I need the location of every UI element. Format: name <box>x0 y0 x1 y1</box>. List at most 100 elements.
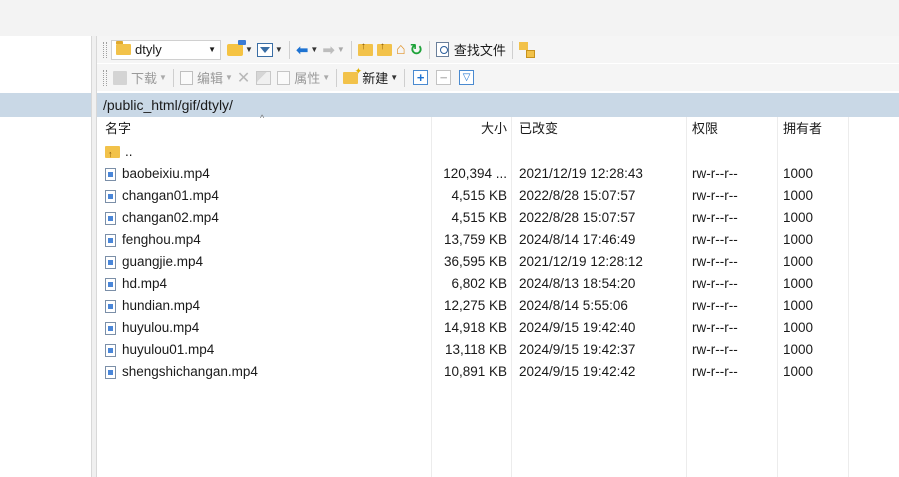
video-file-icon <box>105 189 116 203</box>
chevron-down-icon[interactable]: ▼ <box>225 73 233 82</box>
file-name: hundian.mp4 <box>122 298 201 313</box>
delete-button[interactable]: ✕ <box>235 67 252 89</box>
synchronize-icon <box>518 41 535 58</box>
file-name: changan01.mp4 <box>122 188 219 203</box>
file-name: changan02.mp4 <box>122 210 219 225</box>
filter-button[interactable]: ▼ <box>255 39 285 61</box>
toolbar-separator <box>336 68 338 87</box>
file-name-cell: huyulou01.mp4 <box>105 339 425 361</box>
open-directory-button[interactable]: ▼ <box>225 39 255 61</box>
file-name: huyulou.mp4 <box>122 320 200 335</box>
file-row[interactable]: fenghou.mp4 13,759 KB 2024/8/14 17:46:49… <box>97 229 899 251</box>
file-size: 4,515 KB <box>451 188 507 203</box>
toolbar-grip[interactable] <box>103 41 107 58</box>
file-name: guangjie.mp4 <box>122 254 204 269</box>
download-button[interactable]: 下载 ▼ <box>111 67 169 89</box>
unselect-files-button[interactable]: − <box>432 67 455 89</box>
chevron-down-icon[interactable]: ▼ <box>159 73 167 82</box>
parent-directory-button[interactable] <box>356 39 375 61</box>
video-file-icon <box>105 277 116 291</box>
file-size: 4,515 KB <box>451 210 507 225</box>
column-header-modified[interactable]: 已改变 <box>519 117 558 141</box>
file-row[interactable]: huyulou.mp4 14,918 KB 2024/9/15 19:42:40… <box>97 317 899 339</box>
select-files-button[interactable]: + <box>409 67 432 89</box>
column-header-name[interactable]: 名字 <box>105 117 131 141</box>
column-header-row: ^ 名字 大小 已改变 权限 拥有者 <box>97 113 899 141</box>
file-size: 10,891 KB <box>443 364 507 379</box>
back-button[interactable]: ⬅ ▼ <box>294 39 321 61</box>
synchronize-browsing-button[interactable] <box>517 39 537 61</box>
file-permissions: rw-r--r-- <box>692 254 738 269</box>
chevron-down-icon[interactable]: ▼ <box>310 45 318 54</box>
download-icon <box>113 70 127 85</box>
column-header-size[interactable]: 大小 <box>432 117 507 141</box>
properties-button[interactable]: 属性 ▼ <box>275 67 332 89</box>
back-arrow-icon: ⬅ <box>295 41 309 59</box>
file-row[interactable]: huyulou01.mp4 13,118 KB 2024/9/15 19:42:… <box>97 339 899 361</box>
column-header-permissions[interactable]: 权限 <box>692 117 718 141</box>
remote-path-bar: /public_html/gif/dtyly/ <box>97 93 899 117</box>
sort-ascending-icon: ^ <box>260 113 265 123</box>
find-files-icon <box>435 42 449 57</box>
directory-combo[interactable]: dtyly ▼ <box>111 39 221 60</box>
open-folder-icon <box>227 39 246 56</box>
file-row[interactable]: changan01.mp4 4,515 KB 2022/8/28 15:07:5… <box>97 185 899 207</box>
properties-label: 属性 <box>294 71 321 86</box>
file-permissions: rw-r--r-- <box>692 276 738 291</box>
new-button[interactable]: 新建 ▼ <box>341 66 400 89</box>
file-permissions: rw-r--r-- <box>692 342 738 357</box>
chevron-down-icon[interactable]: ▼ <box>204 45 220 54</box>
parent-directory-row[interactable]: .. <box>97 141 899 163</box>
parent-folder-icon <box>357 41 373 56</box>
local-pane[interactable] <box>0 36 91 477</box>
chevron-down-icon[interactable]: ▼ <box>390 73 398 82</box>
file-row[interactable]: baobeixiu.mp4 120,394 ... 2021/12/19 12:… <box>97 163 899 185</box>
file-size: 36,595 KB <box>443 254 507 269</box>
file-size: 12,275 KB <box>443 298 507 313</box>
remote-toolbar-top: dtyly ▼ ▼ ▼ ⬅ ▼ ➡ ▼ ⌂ ↻ <box>97 36 899 63</box>
refresh-button[interactable]: ↻ <box>408 39 425 61</box>
file-name-cell: changan01.mp4 <box>105 185 425 207</box>
chevron-down-icon[interactable]: ▼ <box>322 73 330 82</box>
chevron-down-icon[interactable]: ▼ <box>245 45 253 54</box>
file-row[interactable]: hundian.mp4 12,275 KB 2024/8/14 5:55:06 … <box>97 295 899 317</box>
file-name-cell: .. <box>105 141 425 163</box>
folder-icon <box>116 41 131 55</box>
home-icon: ⌂ <box>395 40 406 58</box>
find-files-button[interactable]: 查找文件 <box>434 39 508 61</box>
video-file-icon <box>105 299 116 313</box>
edit-button[interactable]: 编辑 ▼ <box>178 67 235 89</box>
chevron-down-icon[interactable]: ▼ <box>275 45 283 54</box>
directory-combo-value: dtyly <box>135 42 162 57</box>
file-permissions: rw-r--r-- <box>692 166 738 181</box>
file-modified: 2024/9/15 19:42:42 <box>519 364 636 379</box>
file-row[interactable]: guangjie.mp4 36,595 KB 2021/12/19 12:28:… <box>97 251 899 273</box>
file-modified: 2021/12/19 12:28:12 <box>519 254 643 269</box>
new-folder-icon <box>343 66 362 84</box>
delete-icon: ✕ <box>236 69 251 87</box>
new-label: 新建 <box>362 71 389 86</box>
file-name: shengshichangan.mp4 <box>122 364 258 379</box>
file-owner: 1000 <box>783 166 814 181</box>
file-owner: 1000 <box>783 320 814 335</box>
chevron-down-icon[interactable]: ▼ <box>337 45 345 54</box>
root-folder-icon <box>376 41 392 56</box>
file-row[interactable]: hd.mp4 6,802 KB 2024/8/13 18:54:20 rw-r-… <box>97 273 899 295</box>
filter-select-button[interactable]: ▽ <box>455 67 478 89</box>
file-owner: 1000 <box>783 210 814 225</box>
toolbar-grip[interactable] <box>103 69 107 86</box>
home-directory-button[interactable]: ⌂ <box>394 39 408 61</box>
forward-button[interactable]: ➡ ▼ <box>320 39 347 61</box>
file-row[interactable]: changan02.mp4 4,515 KB 2022/8/28 15:07:5… <box>97 207 899 229</box>
remote-file-list[interactable]: ^ 名字 大小 已改变 权限 拥有者 .. baobeixiu.mp4 120,… <box>97 113 899 477</box>
column-header-owner[interactable]: 拥有者 <box>783 117 822 141</box>
filter-icon <box>256 42 273 57</box>
rename-button[interactable] <box>252 67 275 89</box>
file-name-cell: changan02.mp4 <box>105 207 425 229</box>
file-name-cell: huyulou.mp4 <box>105 317 425 339</box>
file-name-cell: baobeixiu.mp4 <box>105 163 425 185</box>
root-directory-button[interactable] <box>375 39 394 61</box>
file-permissions: rw-r--r-- <box>692 364 738 379</box>
file-row[interactable]: shengshichangan.mp4 10,891 KB 2024/9/15 … <box>97 361 899 383</box>
video-file-icon <box>105 211 116 225</box>
